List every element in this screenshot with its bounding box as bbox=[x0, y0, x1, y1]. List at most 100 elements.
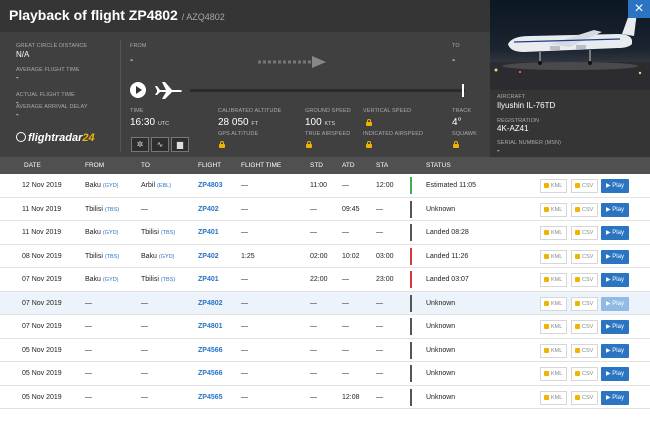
cell-from: — bbox=[85, 339, 92, 363]
play-button[interactable]: ▶ Play bbox=[601, 249, 629, 264]
cell-flight-text[interactable]: ZP4565 bbox=[198, 394, 223, 401]
play-button[interactable]: ▶ Play bbox=[601, 273, 629, 287]
kml-button[interactable]: KML bbox=[540, 343, 567, 358]
cell-to: — bbox=[141, 339, 148, 363]
lock-icon bbox=[544, 206, 549, 212]
cell-status: Landed 11:26 bbox=[426, 245, 468, 269]
cell-flight[interactable]: ZP4566 bbox=[198, 339, 223, 363]
cell-to: Baku (GYD) bbox=[141, 245, 175, 269]
airport-code[interactable]: (TBS) bbox=[161, 230, 175, 236]
table-row[interactable]: 05 Nov 2019 — — ZP4566 — — — — Unknown KML CSV ▶ Pl… bbox=[0, 338, 650, 363]
cell-flight-text[interactable]: ZP4566 bbox=[198, 347, 223, 354]
kml-button[interactable]: KML bbox=[540, 273, 567, 287]
cell-flight-text[interactable]: ZP402 bbox=[198, 206, 219, 213]
cell-flight-text[interactable]: ZP4802 bbox=[198, 300, 223, 307]
table-row[interactable]: 07 Nov 2019 — — ZP4801 — — — — Unknown KML CSV ▶ Pl… bbox=[0, 315, 650, 339]
cell-flight-text[interactable]: ZP4803 bbox=[198, 182, 223, 189]
csv-button[interactable]: CSV bbox=[571, 226, 598, 240]
airport-code[interactable]: (EBL) bbox=[157, 183, 171, 189]
play-button[interactable]: ▶ Play bbox=[601, 179, 629, 193]
cell-flight-time-text: — bbox=[241, 393, 248, 401]
cell-status-text: Landed 11:26 bbox=[426, 252, 469, 260]
kml-button[interactable]: KML bbox=[540, 390, 567, 405]
csv-button[interactable]: CSV bbox=[571, 273, 598, 287]
col-from: FROM bbox=[85, 162, 105, 169]
airport-code[interactable]: (TBS) bbox=[105, 254, 119, 260]
play-button[interactable]: ▶ Play bbox=[601, 202, 629, 217]
csv-button[interactable]: CSV bbox=[571, 202, 598, 217]
cell-flight-text[interactable]: ZP4801 bbox=[198, 323, 223, 330]
cell-sta-text: — bbox=[376, 346, 383, 354]
csv-button[interactable]: CSV bbox=[571, 390, 598, 405]
timeline-handle[interactable] bbox=[462, 84, 464, 97]
close-button[interactable]: × bbox=[628, 0, 650, 18]
table-row[interactable]: 11 Nov 2019 Tbilisi (TBS) — ZP402 — — 09:45 — Un… bbox=[0, 197, 650, 222]
kml-button[interactable]: KML bbox=[540, 226, 567, 240]
playback-play-button[interactable] bbox=[130, 82, 146, 98]
cell-flight[interactable]: ZP4565 bbox=[198, 386, 223, 410]
play-button[interactable]: ▶ Play bbox=[601, 296, 629, 311]
cell-to-text: Tbilisi bbox=[141, 229, 159, 236]
brand-name: flightradar bbox=[28, 132, 83, 144]
csv-button[interactable]: CSV bbox=[571, 320, 598, 334]
play-button[interactable]: ▶ Play bbox=[601, 343, 629, 358]
kml-button[interactable]: KML bbox=[540, 296, 567, 311]
cell-flight-text[interactable]: ZP401 bbox=[198, 229, 219, 236]
table-row[interactable]: 08 Nov 2019 Tbilisi (TBS) Baku (GYD) ZP402 1… bbox=[0, 244, 650, 269]
play-button[interactable]: ▶ Play bbox=[601, 226, 629, 240]
table-row[interactable]: 07 Nov 2019 Baku (GYD) Tbilisi (TBS) ZP401 —… bbox=[0, 268, 650, 292]
cell-flight[interactable]: ZP4803 bbox=[198, 174, 223, 198]
airport-code[interactable]: (TBS) bbox=[161, 277, 175, 283]
cell-std: — bbox=[310, 386, 317, 410]
csv-button[interactable]: CSV bbox=[571, 343, 598, 358]
csv-button[interactable]: CSV bbox=[571, 179, 598, 193]
cell-flight[interactable]: ZP4801 bbox=[198, 315, 223, 339]
play-button[interactable]: ▶ Play bbox=[601, 367, 629, 381]
csv-button[interactable]: CSV bbox=[571, 249, 598, 264]
cell-atd-text: — bbox=[342, 323, 349, 330]
satellite-mode-icon[interactable]: ✲ bbox=[131, 137, 149, 152]
kml-button[interactable]: KML bbox=[540, 202, 567, 217]
playback-timeline[interactable] bbox=[190, 89, 465, 92]
cell-flight[interactable]: ZP4802 bbox=[198, 292, 223, 316]
play-button[interactable]: ▶ Play bbox=[601, 320, 629, 334]
cell-flight-text[interactable]: ZP4566 bbox=[198, 370, 223, 377]
table-row[interactable]: 05 Nov 2019 — — ZP4566 — — — — Unknown KML CSV ▶ Pl… bbox=[0, 362, 650, 386]
to-label: TO bbox=[452, 43, 460, 49]
csv-button[interactable]: CSV bbox=[571, 367, 598, 381]
kml-button-label: KML bbox=[551, 183, 563, 189]
chart-mode-icon[interactable]: ▆ bbox=[171, 137, 189, 152]
airport-code[interactable]: (TBS) bbox=[105, 207, 119, 213]
kml-button[interactable]: KML bbox=[540, 367, 567, 381]
kml-button[interactable]: KML bbox=[540, 320, 567, 334]
cell-flight-text[interactable]: ZP401 bbox=[198, 276, 219, 283]
table-row[interactable]: 05 Nov 2019 — — ZP4565 — — 12:08 — Unknown KML CSV… bbox=[0, 385, 650, 410]
avg-arrival-delay-label: AVERAGE ARRIVAL DELAY bbox=[16, 104, 88, 110]
play-button[interactable]: ▶ Play bbox=[601, 390, 629, 405]
lock-icon bbox=[575, 277, 580, 282]
table-row[interactable]: 07 Nov 2019 — — ZP4802 — — — — Unknown KML CSV ▶ Pl… bbox=[0, 291, 650, 316]
airport-code[interactable]: (GYD) bbox=[103, 183, 119, 189]
kml-button-label: KML bbox=[551, 394, 563, 401]
cell-flight[interactable]: ZP4566 bbox=[198, 362, 223, 386]
lock-icon bbox=[306, 141, 312, 148]
airport-code[interactable]: (GYD) bbox=[103, 230, 119, 236]
cell-flight-time: — bbox=[241, 315, 248, 339]
cell-flight[interactable]: ZP402 bbox=[198, 198, 219, 222]
cell-sta-text: 12:00 bbox=[376, 182, 394, 189]
kml-button[interactable]: KML bbox=[540, 249, 567, 264]
cell-flight[interactable]: ZP401 bbox=[198, 268, 219, 292]
cell-std-text: 22:00 bbox=[310, 276, 328, 283]
table-row[interactable]: 12 Nov 2019 Baku (GYD) Arbil (EBL) ZP4803 — 1… bbox=[0, 174, 650, 198]
cell-flight[interactable]: ZP402 bbox=[198, 245, 219, 269]
table-row[interactable]: 11 Nov 2019 Baku (GYD) Tbilisi (TBS) ZP401 —… bbox=[0, 221, 650, 245]
kml-button[interactable]: KML bbox=[540, 179, 567, 193]
airport-code[interactable]: (GYD) bbox=[159, 254, 175, 260]
cell-atd: 10:02 bbox=[342, 245, 360, 269]
track-mode-icon[interactable]: ∿ bbox=[151, 137, 169, 152]
cell-flight[interactable]: ZP401 bbox=[198, 221, 219, 245]
status-indicator bbox=[410, 388, 412, 406]
airport-code[interactable]: (GYD) bbox=[103, 277, 119, 283]
csv-button[interactable]: CSV bbox=[571, 296, 598, 311]
cell-flight-text[interactable]: ZP402 bbox=[198, 253, 219, 260]
